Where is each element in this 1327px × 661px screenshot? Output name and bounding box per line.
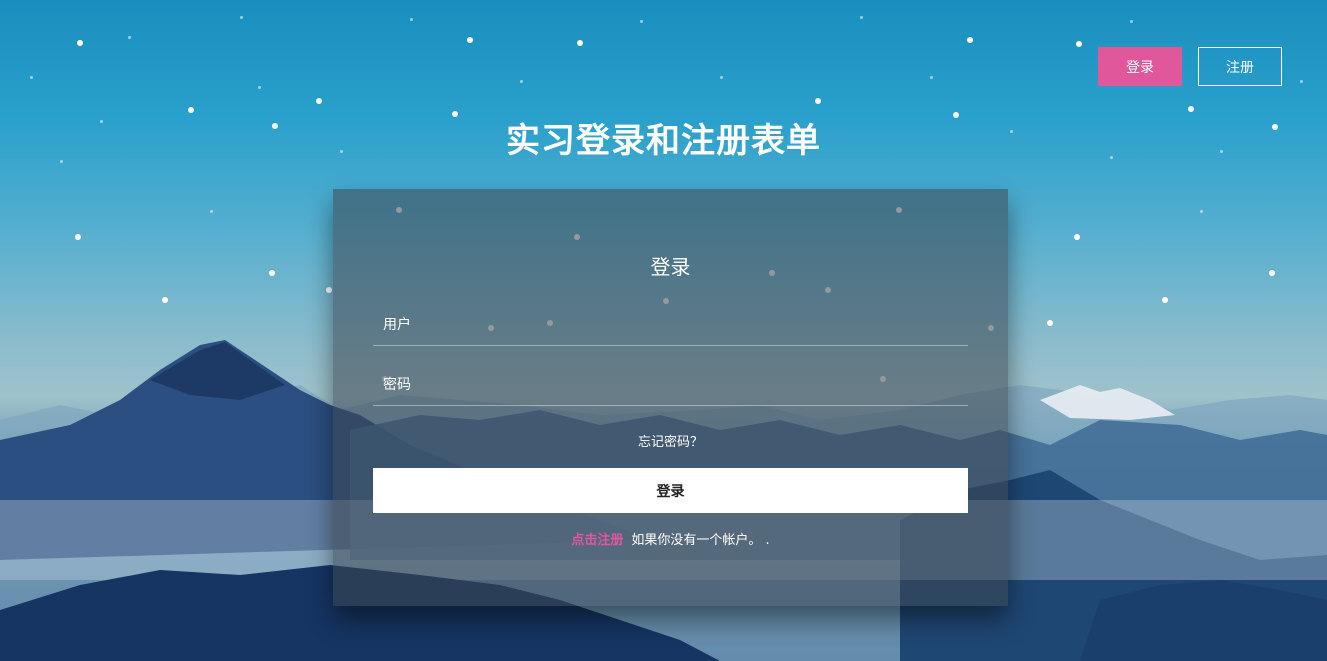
signup-prompt: 点击注册 如果你没有一个帐户。 .	[333, 529, 1008, 548]
page-title: 实习登录和注册表单	[506, 121, 821, 161]
login-form: 登录 忘记密码？ 登录 点击注册如果你没有一个帐户。 .	[333, 189, 1008, 606]
top-nav: 登录 注册	[1098, 47, 1282, 86]
nav-register-button[interactable]: 注册	[1198, 47, 1282, 86]
signup-text: 如果你没有一个帐户。 .	[631, 533, 770, 548]
signup-link[interactable]: 点击注册	[571, 533, 623, 548]
password-input[interactable]	[373, 365, 968, 405]
password-field-wrapper	[373, 365, 968, 406]
nav-login-button[interactable]: 登录	[1098, 47, 1182, 86]
username-field-wrapper	[373, 305, 968, 346]
form-title: 登录	[650, 255, 691, 279]
forgot-password-link[interactable]: 忘记密码？	[333, 431, 1008, 450]
username-input[interactable]	[373, 305, 968, 345]
login-submit-button[interactable]: 登录	[373, 468, 968, 513]
